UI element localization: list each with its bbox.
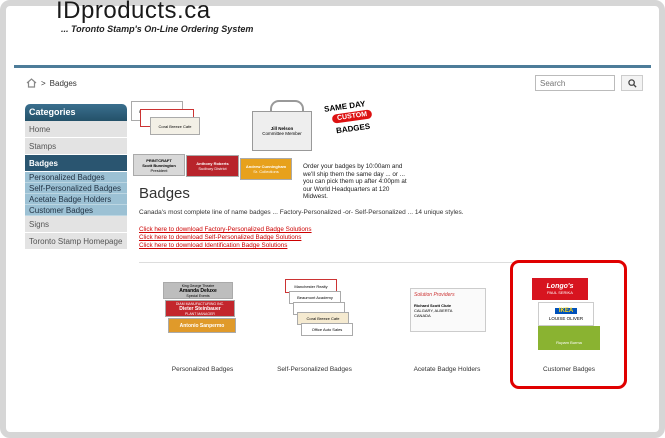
- p1-badge-c: Antonio Sanpermo: [168, 318, 236, 333]
- sidebar-item-stamps[interactable]: Stamps: [25, 138, 127, 155]
- categories-heading: Categories: [25, 104, 127, 121]
- breadcrumb-separator: >: [41, 78, 46, 88]
- search-button[interactable]: [621, 75, 643, 91]
- link-factory-personalized[interactable]: Click here to download Factory-Personali…: [139, 226, 312, 234]
- product-label-personalized[interactable]: Personalized Badges: [155, 366, 250, 373]
- sidebar-item-badges[interactable]: Badges: [25, 155, 127, 172]
- home-icon[interactable]: [26, 78, 37, 88]
- sidebar-subitem-customer-badges[interactable]: Customer Badges: [25, 205, 127, 216]
- p1-badge-b: DIAM MANUFACTURING INC. Dieter Steinbaue…: [165, 300, 235, 317]
- same-day-promo-text: Order your badges by 10:00am and we'll s…: [303, 163, 407, 200]
- link-identification[interactable]: Click here to download Identification Ba…: [139, 242, 312, 250]
- breadcrumb: > Badges: [26, 78, 77, 88]
- product-label-acetate[interactable]: Acetate Badge Holders: [402, 366, 492, 373]
- page-description: Canada's most complete line of name badg…: [139, 209, 464, 216]
- p2-badge-d: Office Auto Sales: [301, 323, 353, 336]
- hero-badge-holder: Jill Nelson Committee Member: [252, 111, 312, 151]
- hero-badge-andrew: Andrew Cunningham Sr. Collections: [240, 158, 292, 180]
- site-logo[interactable]: IDproducts.ca: [56, 0, 211, 23]
- product-label-self-personalized[interactable]: Self-Personalized Badges: [262, 366, 367, 373]
- hero-badge-anthony: Anthony Roberts Sudbury District: [186, 155, 239, 177]
- same-day-badges-stamp: SAME DAY CUSTOM BADGES: [318, 99, 388, 140]
- page-title: Badges: [139, 185, 190, 202]
- sidebar-subitem-personalized-badges[interactable]: Personalized Badges: [25, 172, 127, 183]
- customer-badges-highlight: [510, 260, 627, 389]
- search-input[interactable]: [535, 75, 615, 91]
- sidebar-item-home[interactable]: Home: [25, 121, 127, 138]
- sidebar-item-signs[interactable]: Signs: [25, 216, 127, 233]
- hero-badge-printcraft: PRINTCRAFT Scott Bunnington President: [133, 154, 185, 176]
- breadcrumb-current: Badges: [49, 78, 77, 88]
- p3-holder: Solution Providers Richard Scott Clute C…: [410, 288, 486, 332]
- site-tagline: ... Toronto Stamp's On-Line Ordering Sys…: [61, 24, 254, 34]
- p1-badge-a: King George Theatre Amanda Deluxe Specia…: [163, 282, 233, 299]
- sidebar: Categories Home Stamps Badges Personaliz…: [25, 104, 127, 250]
- download-links: Click here to download Factory-Personali…: [139, 226, 312, 250]
- sidebar-item-toronto-stamp-homepage[interactable]: Toronto Stamp Homepage: [25, 233, 127, 250]
- sidebar-subitem-acetate-badge-holders[interactable]: Acetate Badge Holders: [25, 194, 127, 205]
- search-icon: [627, 78, 637, 88]
- sidebar-subitem-self-personalized-badges[interactable]: Self-Personalized Badges: [25, 183, 127, 194]
- link-self-personalized[interactable]: Click here to download Self-Personalized…: [139, 234, 312, 242]
- stamp-line-3: BADGES: [335, 121, 371, 136]
- hero-badge-coral: Coral Breeze Cafe: [150, 117, 200, 135]
- header-divider: [14, 65, 651, 68]
